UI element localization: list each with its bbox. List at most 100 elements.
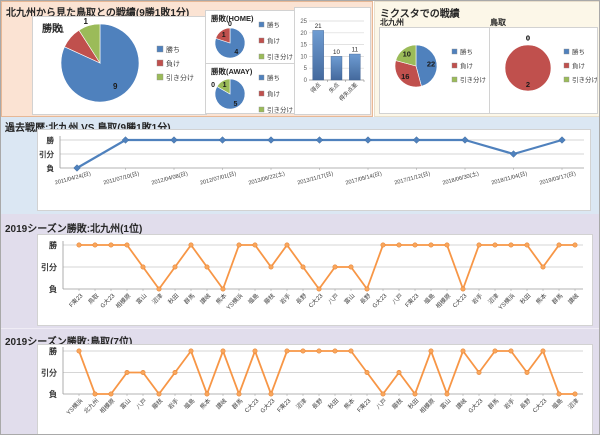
svg-text:勝: 勝 (49, 346, 58, 356)
svg-text:福島: 福島 (550, 397, 564, 411)
svg-text:負け: 負け (166, 59, 180, 68)
past-results-chartbox: 勝引分負 2011/04/24(日) 2011/07/10(日) 2012/04/08… (37, 129, 591, 211)
svg-text:勝ち: 勝ち (460, 47, 473, 56)
svg-text:引き分け: 引き分け (572, 75, 597, 84)
goals-bar-chart: 0 5 10 15 20 25 21 得点 10 失点 11 得失点差 (300, 19, 365, 103)
svg-text:F東23: F東23 (403, 291, 421, 309)
svg-text:22: 22 (427, 60, 435, 69)
svg-text:2013/06/22(土): 2013/06/22(土) (247, 169, 285, 186)
svg-text:2017/05/14(日): 2017/05/14(日) (345, 170, 383, 186)
svg-text:F東23: F東23 (355, 396, 373, 414)
svg-text:岩手: 岩手 (278, 292, 292, 306)
home-record-panel: 勝敗(HOME) 4 1 0 勝ち 負け 引き分け (206, 11, 302, 63)
svg-text:北九州: 北九州 (82, 397, 100, 415)
svg-text:富山: 富山 (342, 292, 356, 306)
svg-text:5: 5 (304, 66, 308, 72)
svg-text:岩手: 岩手 (502, 397, 516, 411)
svg-text:得点: 得点 (309, 81, 323, 95)
home-away-chartbox: 勝敗(HOME) 4 1 0 勝ち 負け 引き分け 勝敗(AWAY) 5 0 1 勝ち 負け 引き分… (205, 10, 303, 114)
svg-text:讃岐: 讃岐 (454, 397, 468, 411)
svg-text:C大23: C大23 (243, 396, 261, 414)
svg-text:C大23: C大23 (531, 396, 549, 414)
svg-text:富山: 富山 (134, 292, 148, 306)
svg-text:群馬: 群馬 (230, 397, 244, 411)
svg-text:YS横浜: YS横浜 (65, 397, 85, 417)
season-kitakyushu-line-chart: 勝引分負F東23 鳥取 G大23 相模原 富山 沼津 秋田 群馬 讃岐 熊本YS横浜 福島 藤枝 岩手長… (41, 240, 583, 312)
svg-text:負: 負 (49, 389, 57, 399)
away-record-panel: 勝敗(AWAY) 5 0 1 勝ち 負け 引き分け (206, 63, 302, 114)
svg-text:15: 15 (300, 43, 307, 49)
svg-text:2019/03/17(日): 2019/03/17(日) (539, 170, 577, 186)
home-record-pie-chart: 4 10 勝ち負け引き分け (214, 20, 293, 61)
svg-text:2018/11/04(日): 2018/11/04(日) (491, 170, 529, 186)
svg-text:沼津: 沼津 (486, 292, 500, 306)
svg-text:長野: 長野 (358, 292, 372, 306)
svg-text:沼津: 沼津 (150, 292, 164, 306)
section-past-results: 過去戦歴:北九州 VS 鳥取(9勝1敗1分) 勝引分負2011/04/24(日)… (1, 117, 599, 214)
svg-text:10: 10 (333, 49, 340, 56)
svg-text:八戸: 八戸 (375, 397, 388, 410)
svg-text:20: 20 (300, 31, 307, 37)
svg-text:G大23: G大23 (370, 291, 388, 309)
svg-text:勝ち: 勝ち (572, 47, 585, 56)
svg-text:0: 0 (228, 21, 232, 28)
mikusta-tottori-pie-chart: 020勝ち負け引き分け (504, 34, 597, 92)
svg-text:勝: 勝 (49, 240, 58, 250)
overall-record-chartbox: 勝敗 9 1 1 勝ち 負け 引き分け (32, 16, 207, 115)
svg-text:負け: 負け (572, 61, 585, 70)
svg-text:藤枝: 藤枝 (150, 397, 164, 411)
svg-text:勝ち: 勝ち (267, 20, 280, 29)
svg-text:熊本: 熊本 (342, 397, 356, 411)
svg-text:相模原: 相模原 (434, 292, 452, 310)
svg-text:引き分け: 引き分け (267, 105, 293, 114)
overall-record-pie-chart: 9 1 1 勝ち負け引き分け (59, 17, 194, 103)
svg-text:讃岐: 讃岐 (566, 292, 580, 306)
svg-text:福島: 福島 (182, 397, 196, 411)
svg-text:群馬: 群馬 (550, 292, 564, 306)
svg-text:YS横浜: YS横浜 (225, 292, 245, 312)
svg-text:負け: 負け (267, 89, 280, 98)
svg-text:1: 1 (83, 17, 88, 26)
section-season-kitakyushu: 2019シーズン勝敗:北九州(1位) 勝引分負 F東23 鳥取 G大23 相模原 富山 沼津… (1, 214, 599, 328)
mikusta-kitakyushu-pie-chart: 22 16 10 勝ち負け引き分け (394, 44, 486, 88)
svg-text:21: 21 (315, 23, 322, 30)
svg-text:富山: 富山 (118, 397, 132, 411)
svg-text:1: 1 (59, 25, 64, 34)
svg-text:熊本: 熊本 (198, 397, 212, 411)
svg-text:16: 16 (401, 72, 409, 81)
svg-text:八戸: 八戸 (135, 397, 148, 410)
svg-text:11: 11 (352, 47, 359, 54)
svg-text:秋田: 秋田 (518, 292, 532, 306)
svg-text:藤枝: 藤枝 (390, 397, 404, 411)
svg-text:長野: 長野 (294, 292, 308, 306)
svg-text:引き分け: 引き分け (267, 52, 293, 61)
svg-text:引き分け: 引き分け (460, 75, 486, 84)
svg-text:熊本: 熊本 (534, 292, 548, 306)
svg-text:讃岐: 讃岐 (214, 397, 228, 411)
svg-text:讃岐: 讃岐 (198, 292, 212, 306)
svg-text:福島: 福島 (246, 292, 260, 306)
svg-text:群馬: 群馬 (486, 397, 500, 411)
season-tottori-chartbox: 勝引分負 YS横浜 北九州 相模原 富山 八戸 藤枝 岩手 福島 熊本 讃岐 群馬 C大23 G大23 F東… (37, 344, 593, 434)
svg-text:八戸: 八戸 (391, 292, 404, 305)
svg-text:引き分け: 引き分け (166, 73, 194, 82)
svg-text:2: 2 (526, 80, 530, 89)
svg-text:長野: 長野 (518, 397, 532, 411)
svg-text:9: 9 (113, 82, 118, 91)
svg-text:相模原: 相模原 (114, 292, 132, 310)
section-kitakyushu-title: 2019シーズン勝敗:北九州(1位) (5, 224, 143, 235)
svg-text:藤枝: 藤枝 (262, 292, 276, 306)
svg-text:G大23: G大23 (258, 396, 276, 414)
svg-text:G大23: G大23 (98, 291, 116, 309)
section-mikusta: ミクスタでの戦績 北九州 鳥取 22 16 10 勝ち 負け 引き分け 0 2 0 勝ち 負け 引き… (374, 1, 599, 117)
svg-text:沼津: 沼津 (294, 397, 308, 411)
svg-text:0: 0 (304, 78, 308, 84)
svg-text:引分: 引分 (41, 262, 57, 272)
svg-text:相模原: 相模原 (98, 397, 116, 415)
svg-text:福島: 福島 (422, 292, 436, 306)
svg-text:岩手: 岩手 (166, 397, 180, 411)
svg-text:F東23: F東23 (67, 291, 85, 309)
svg-text:群馬: 群馬 (182, 292, 196, 306)
svg-text:岩手: 岩手 (470, 292, 484, 306)
svg-text:勝ち: 勝ち (166, 45, 180, 54)
